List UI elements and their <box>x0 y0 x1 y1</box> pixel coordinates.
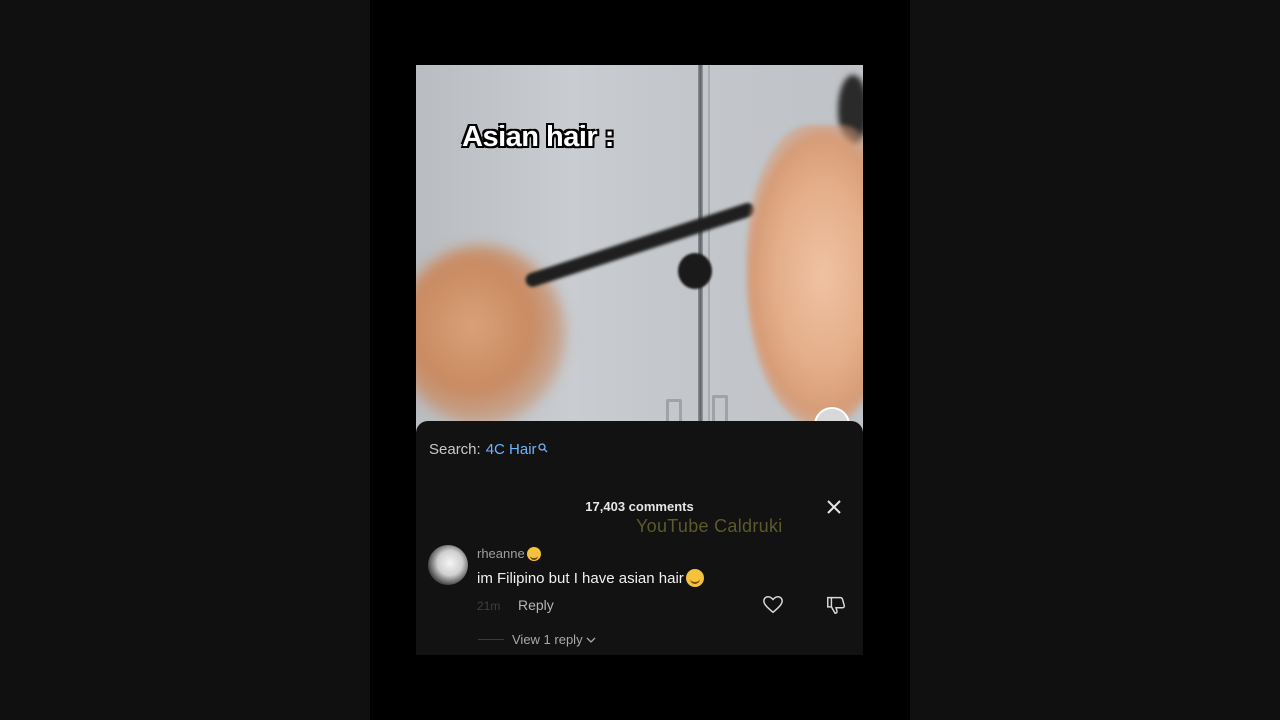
search-icon <box>537 440 548 452</box>
dislike-button[interactable] <box>825 594 847 616</box>
close-icon <box>827 500 841 514</box>
hair-strand <box>523 201 757 289</box>
smile-emoji-icon <box>526 546 541 561</box>
comment-username-text: rheanne <box>477 546 525 561</box>
reply-thread-divider <box>478 639 504 640</box>
close-button[interactable] <box>824 497 844 517</box>
thumbs-down-icon <box>827 596 846 614</box>
comment-timestamp: 21m <box>477 599 501 613</box>
view-replies-button[interactable]: View 1 reply <box>478 632 596 647</box>
video-player[interactable]: Asian hair : <box>416 65 863 435</box>
left-letterbox <box>0 0 370 720</box>
like-button[interactable] <box>762 594 784 616</box>
comment-text: im Filipino but I have asian hair <box>477 569 704 587</box>
comments-sheet: Search: 4C Hair 17,403 comments YouTube … <box>416 421 863 655</box>
heart-icon <box>763 596 783 614</box>
avatar[interactable] <box>428 545 468 585</box>
chevron-down-icon <box>586 637 596 643</box>
smile-emoji-icon <box>685 569 704 587</box>
watermark: YouTube Caldruki <box>636 516 783 536</box>
search-suggestion[interactable]: Search: 4C Hair <box>429 441 548 458</box>
door-seam-highlight <box>708 65 710 435</box>
video-caption: Asian hair : <box>462 121 614 153</box>
comment-username[interactable]: rheanne <box>477 546 541 561</box>
view-replies-label: View 1 reply <box>512 632 583 647</box>
hair-knot <box>678 253 712 289</box>
reply-button[interactable]: Reply <box>518 597 554 613</box>
search-prefix: Search: <box>429 441 481 458</box>
door-seam <box>698 65 703 435</box>
comments-count: 17,403 comments <box>585 499 694 514</box>
hand-right <box>746 125 863 425</box>
search-term-link[interactable]: 4C Hair <box>486 441 537 458</box>
comment-body: im Filipino but I have asian hair <box>477 569 684 587</box>
video-frame: Asian hair : Search: 4C Hair 17,403 comm… <box>416 65 863 655</box>
right-letterbox <box>910 0 1280 720</box>
